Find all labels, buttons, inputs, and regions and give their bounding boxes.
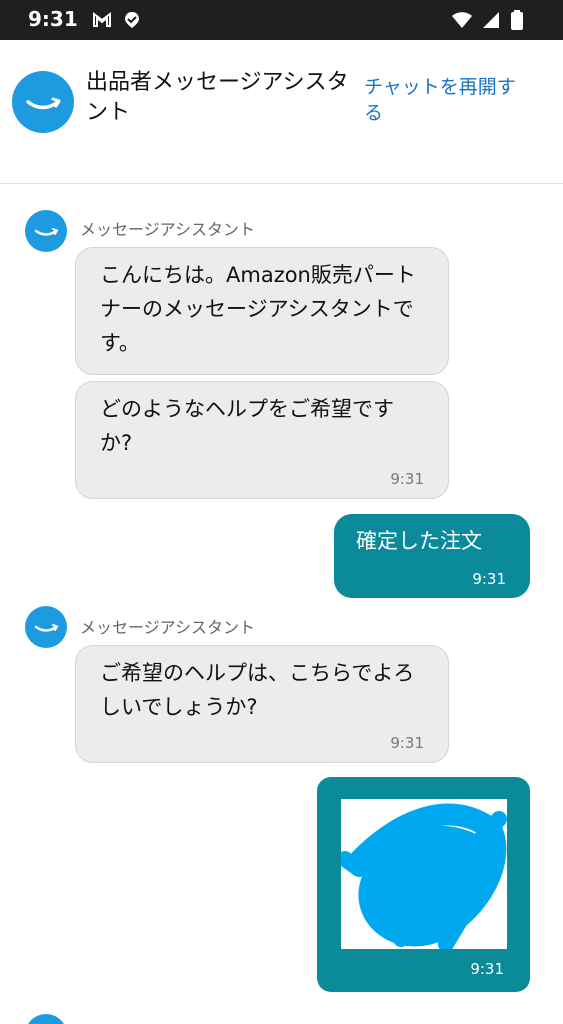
user-image-message[interactable]: 9:31 [317,777,530,992]
amazon-smile-logo-icon [12,71,74,133]
assistant-message: ご希望のヘルプは、こちらでよろしいでしょうか? 9:31 [75,645,449,763]
assistant-avatar-icon [25,1014,67,1024]
assistant-avatar-icon [25,210,67,252]
signal-icon [481,10,501,30]
attached-image[interactable] [337,799,507,952]
message-text: ご希望のヘルプは、こちらでよろしいでしょうか? [100,661,415,719]
message-time: 9:31 [390,734,424,752]
sender-name: メッセージアシスタント [80,618,256,637]
message-time: 9:31 [390,470,424,488]
status-bar: 9:31 [0,0,563,40]
message-time: 9:31 [470,960,504,978]
message-time: 9:31 [472,570,506,588]
restart-chat-link[interactable]: チャットを再開する [364,74,534,126]
page-title: 出品者メッセージアシスタント [86,70,349,125]
wifi-icon [451,10,472,30]
gmail-icon [92,10,112,30]
status-time: 9:31 [28,7,78,31]
chat-header: 出品者メッセージアシスタント チャットを再開する [0,40,563,184]
location-icon [122,10,142,30]
assistant-avatar-icon [25,606,67,648]
sender-name: メッセージアシスタント [80,220,256,239]
message-text: 確定した注文 [356,529,482,553]
assistant-message: こんにちは。Amazon販売パートナーのメッセージアシスタントです。 [75,247,449,375]
assistant-message: どのようなヘルプをご希望ですか? 9:31 [75,381,449,499]
message-text: こんにちは。Amazon販売パートナーのメッセージアシスタントです。 [100,263,416,355]
chat-thread[interactable]: メッセージアシスタント こんにちは。Amazon販売パートナーのメッセージアシス… [0,184,563,1024]
redaction-scribble-icon [337,803,507,952]
battery-icon [511,10,523,30]
user-message: 確定した注文 9:31 [334,514,530,598]
message-text: どのようなヘルプをご希望ですか? [100,397,394,455]
